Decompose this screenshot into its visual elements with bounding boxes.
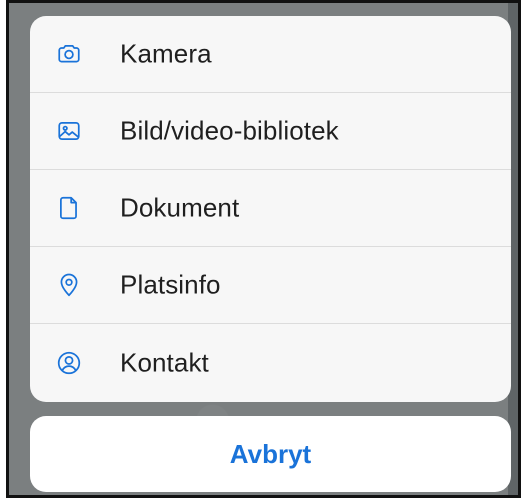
attachment-action-sheet: Kamera Bild/video-bibliotek Dokument Pla… — [30, 16, 511, 402]
sheet-item-contact[interactable]: Kontakt — [30, 324, 511, 401]
cancel-label: Avbryt — [229, 438, 312, 469]
location-pin-icon — [56, 272, 82, 298]
sheet-item-label: Platsinfo — [120, 269, 221, 300]
sheet-item-label: Kamera — [120, 38, 212, 69]
sheet-item-document[interactable]: Dokument — [30, 170, 511, 247]
sheet-item-label: Bild/video-bibliotek — [120, 115, 339, 146]
photo-library-icon — [56, 118, 82, 144]
sheet-item-label: Dokument — [120, 192, 240, 223]
sheet-item-camera[interactable]: Kamera — [30, 16, 511, 93]
camera-icon — [56, 41, 82, 67]
contact-icon — [56, 350, 82, 376]
cancel-button[interactable]: Avbryt — [30, 416, 511, 492]
screen-frame: Kamera Bild/video-bibliotek Dokument Pla… — [6, 0, 521, 498]
sheet-item-label: Kontakt — [120, 347, 209, 377]
sheet-item-location[interactable]: Platsinfo — [30, 247, 511, 324]
sheet-item-photo-library[interactable]: Bild/video-bibliotek — [30, 93, 511, 170]
document-icon — [56, 195, 82, 221]
